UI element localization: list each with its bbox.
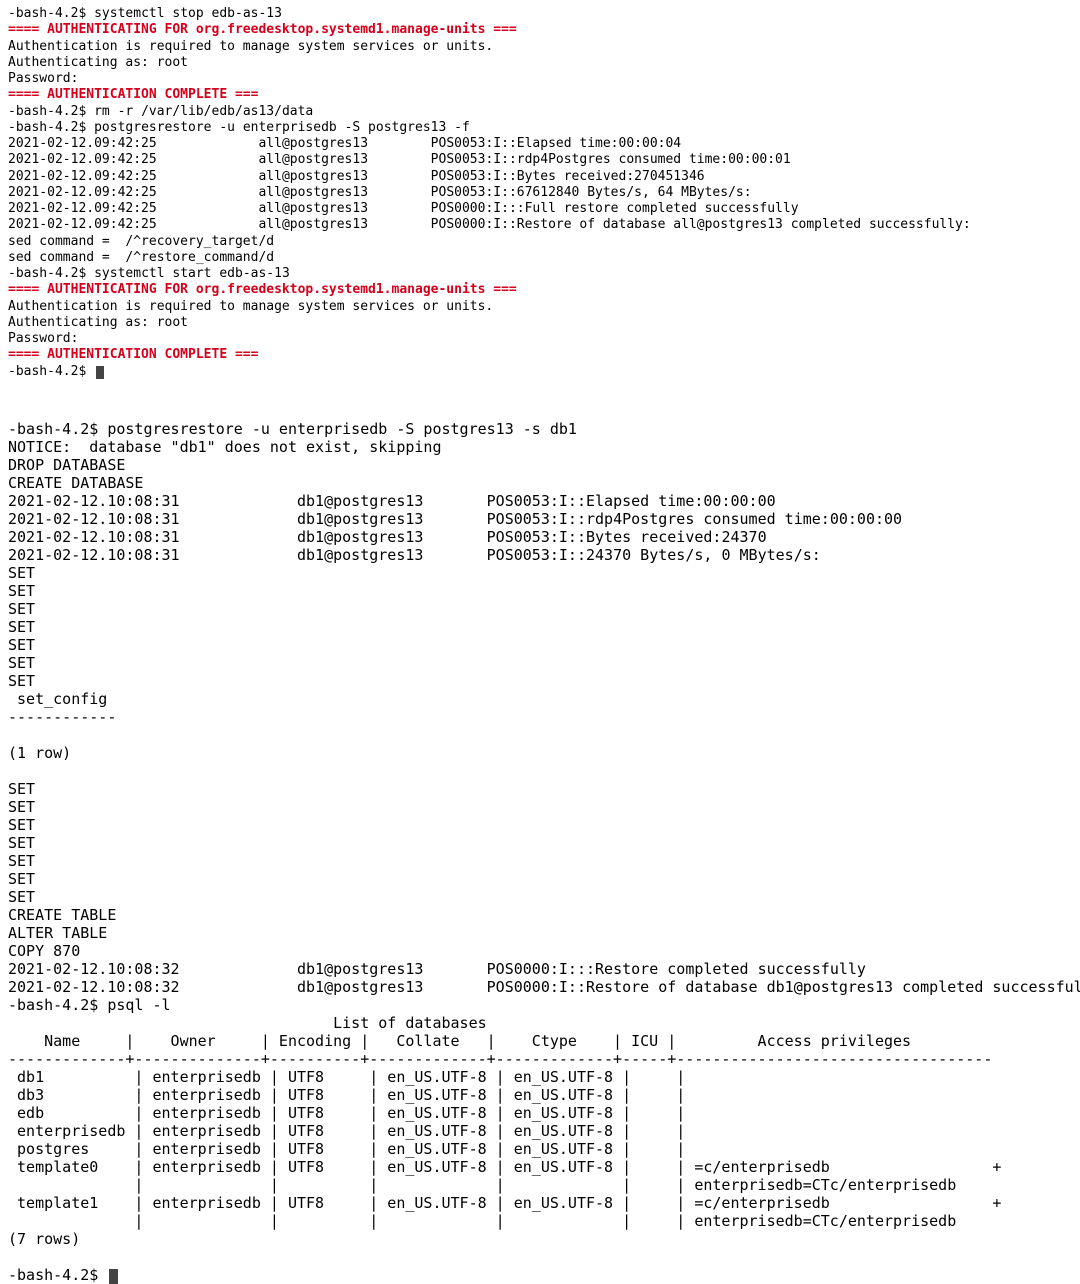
set: SET (8, 780, 35, 798)
auth-for-2: ==== AUTHENTICATING FOR org.freedesktop.… (8, 282, 517, 297)
db-row: | | | | | | enterprisedb=CTc/enterprised… (8, 1212, 956, 1230)
row-count: (1 row) (8, 744, 71, 762)
log-line: 2021-02-12.09:42:25 all@postgres13 POS00… (8, 201, 799, 216)
alter-table: ALTER TABLE (8, 924, 107, 942)
log-line: 2021-02-12.09:42:25 all@postgres13 POS00… (8, 185, 752, 200)
set: SET (8, 852, 35, 870)
set: SET (8, 654, 35, 672)
prompt-idle[interactable]: -bash-4.2$ (8, 364, 104, 379)
copy: COPY 870 (8, 942, 80, 960)
db-list-header: Name | Owner | Encoding | Collate | Ctyp… (8, 1032, 992, 1050)
create-table: CREATE TABLE (8, 906, 116, 924)
log-line: 2021-02-12.09:42:25 all@postgres13 POS00… (8, 169, 705, 184)
notice: NOTICE: database "db1" does not exist, s… (8, 438, 441, 456)
auth-for: ==== AUTHENTICATING FOR org.freedesktop.… (8, 22, 517, 37)
db-row: edb | enterprisedb | UTF8 | en_US.UTF-8 … (8, 1104, 694, 1122)
set: SET (8, 888, 35, 906)
cmd-restore-db1: -bash-4.2$ postgresrestore -u enterprise… (8, 420, 577, 438)
db-list-rule: -------------+--------------+----------+… (8, 1050, 992, 1068)
set: SET (8, 816, 35, 834)
log-line: 2021-02-12.09:42:25 all@postgres13 POS00… (8, 136, 681, 151)
prompt: -bash-4.2$ systemctl stop edb-as-13 (8, 6, 282, 21)
auth-msg-2: Authentication is required to manage sys… (8, 299, 493, 314)
db-row: db1 | enterprisedb | UTF8 | en_US.UTF-8 … (8, 1068, 694, 1086)
terminal-block-3: -bash-4.2$ psql -l List of databases Nam… (0, 996, 1080, 1284)
log-line: 2021-02-12.09:42:25 all@postgres13 POS00… (8, 217, 971, 232)
db-row: db3 | enterprisedb | UTF8 | en_US.UTF-8 … (8, 1086, 694, 1104)
log-end-line: 2021-02-12.10:08:32 db1@postgres13 POS00… (8, 960, 866, 978)
db-row: postgres | enterprisedb | UTF8 | en_US.U… (8, 1140, 694, 1158)
auth-as-2: Authenticating as: root (8, 315, 188, 330)
cmd-start-line: -bash-4.2$ systemctl start edb-as-13 (8, 266, 290, 281)
set: SET (8, 600, 35, 618)
set-config: set_config (8, 690, 107, 708)
cmd-stop: systemctl stop edb-as-13 (94, 6, 282, 21)
auth-as: Authenticating as: root (8, 55, 188, 70)
cmd-rm-line: -bash-4.2$ rm -r /var/lib/edb/as13/data (8, 104, 313, 119)
log-line: 2021-02-12.10:08:31 db1@postgres13 POS00… (8, 492, 776, 510)
db-row: | | | | | | enterprisedb=CTc/enterprised… (8, 1176, 956, 1194)
set: SET (8, 834, 35, 852)
password-2: Password: (8, 331, 78, 346)
auth-done: ==== AUTHENTICATION COMPLETE === (8, 87, 258, 102)
db-list-title: List of databases (8, 1014, 487, 1032)
password: Password: (8, 71, 78, 86)
db-row-count: (7 rows) (8, 1230, 80, 1248)
terminal-block-2: -bash-4.2$ postgresrestore -u enterprise… (0, 420, 1080, 996)
log-line: 2021-02-12.09:42:25 all@postgres13 POS00… (8, 152, 791, 167)
cmd-restore-line: -bash-4.2$ postgresrestore -u enterprise… (8, 120, 470, 135)
terminal-block-1: -bash-4.2$ systemctl stop edb-as-13 ====… (0, 0, 1080, 420)
sed1: sed command = /^recovery_target/d (8, 234, 274, 249)
set: SET (8, 870, 35, 888)
set: SET (8, 636, 35, 654)
set: SET (8, 582, 35, 600)
set: SET (8, 672, 35, 690)
log-line: 2021-02-12.10:08:31 db1@postgres13 POS00… (8, 510, 902, 528)
prompt-idle[interactable]: -bash-4.2$ (8, 1266, 118, 1284)
dashes: ------------ (8, 708, 116, 726)
log-end-line: 2021-02-12.10:08:32 db1@postgres13 POS00… (8, 978, 1080, 996)
auth-done-2: ==== AUTHENTICATION COMPLETE === (8, 347, 258, 362)
cursor-icon (96, 366, 104, 379)
db-row: template1 | enterprisedb | UTF8 | en_US.… (8, 1194, 1001, 1212)
drop-db: DROP DATABASE (8, 456, 125, 474)
set: SET (8, 618, 35, 636)
set: SET (8, 564, 35, 582)
log-line: 2021-02-12.10:08:31 db1@postgres13 POS00… (8, 546, 821, 564)
db-row: enterprisedb | enterprisedb | UTF8 | en_… (8, 1122, 694, 1140)
auth-msg: Authentication is required to manage sys… (8, 39, 493, 54)
set: SET (8, 798, 35, 816)
sed2: sed command = /^restore_command/d (8, 250, 274, 265)
create-db: CREATE DATABASE (8, 474, 143, 492)
cmd-psql: -bash-4.2$ psql -l (8, 996, 171, 1014)
db-row: template0 | enterprisedb | UTF8 | en_US.… (8, 1158, 1001, 1176)
cursor-icon (109, 1269, 118, 1284)
log-line: 2021-02-12.10:08:31 db1@postgres13 POS00… (8, 528, 767, 546)
